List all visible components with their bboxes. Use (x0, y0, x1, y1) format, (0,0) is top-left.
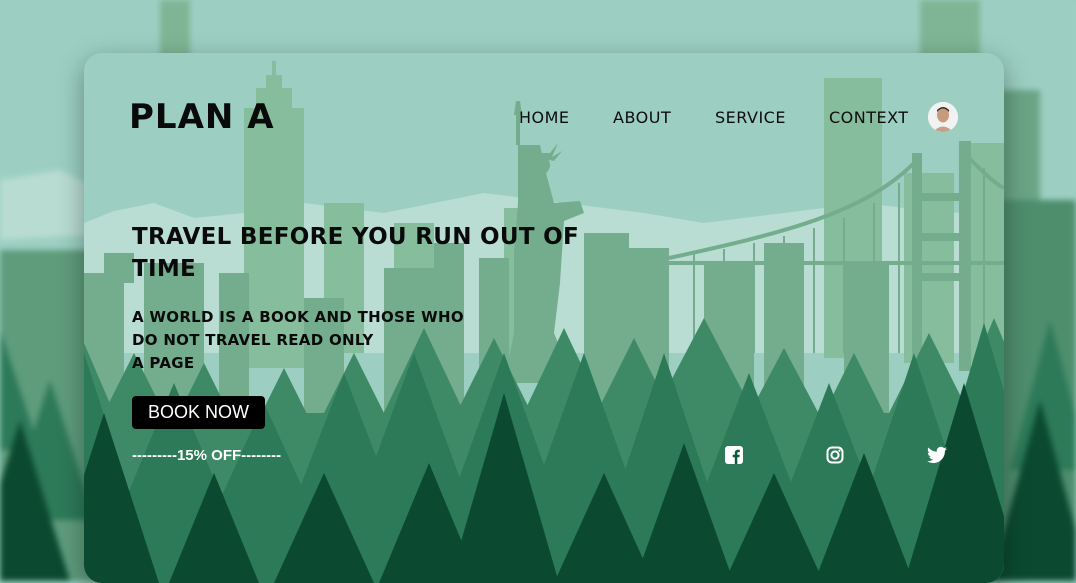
twitter-icon[interactable] (927, 446, 947, 466)
nav-item-home[interactable]: HOME (519, 108, 570, 127)
instagram-icon[interactable] (826, 446, 846, 466)
hero-subtitle-line: A WORLD IS A BOOK AND THOSE WHO (132, 308, 464, 326)
nav-item-context[interactable]: CONTEXT (829, 108, 909, 127)
avatar-icon (928, 102, 958, 132)
hero-subtitle: A WORLD IS A BOOK AND THOSE WHO DO NOT T… (132, 306, 492, 375)
nav-item-about[interactable]: ABOUT (613, 108, 671, 127)
discount-offer: ---------15% OFF-------- (132, 447, 282, 464)
main-nav: HOME ABOUT SERVICE CONTEXT (84, 108, 1004, 132)
book-now-button[interactable]: BOOK NOW (132, 396, 265, 429)
hero-subtitle-line: A PAGE (132, 354, 195, 372)
user-avatar[interactable] (928, 102, 958, 132)
hero-card: PLAN A HOME ABOUT SERVICE CONTEXT TRAVEL… (84, 53, 1004, 583)
nav-item-service[interactable]: SERVICE (715, 108, 786, 127)
hero-subtitle-line: DO NOT TRAVEL READ ONLY (132, 331, 374, 349)
hero-title: TRAVEL BEFORE YOU RUN OUT OF TIME (132, 224, 580, 282)
facebook-icon[interactable] (725, 446, 745, 466)
